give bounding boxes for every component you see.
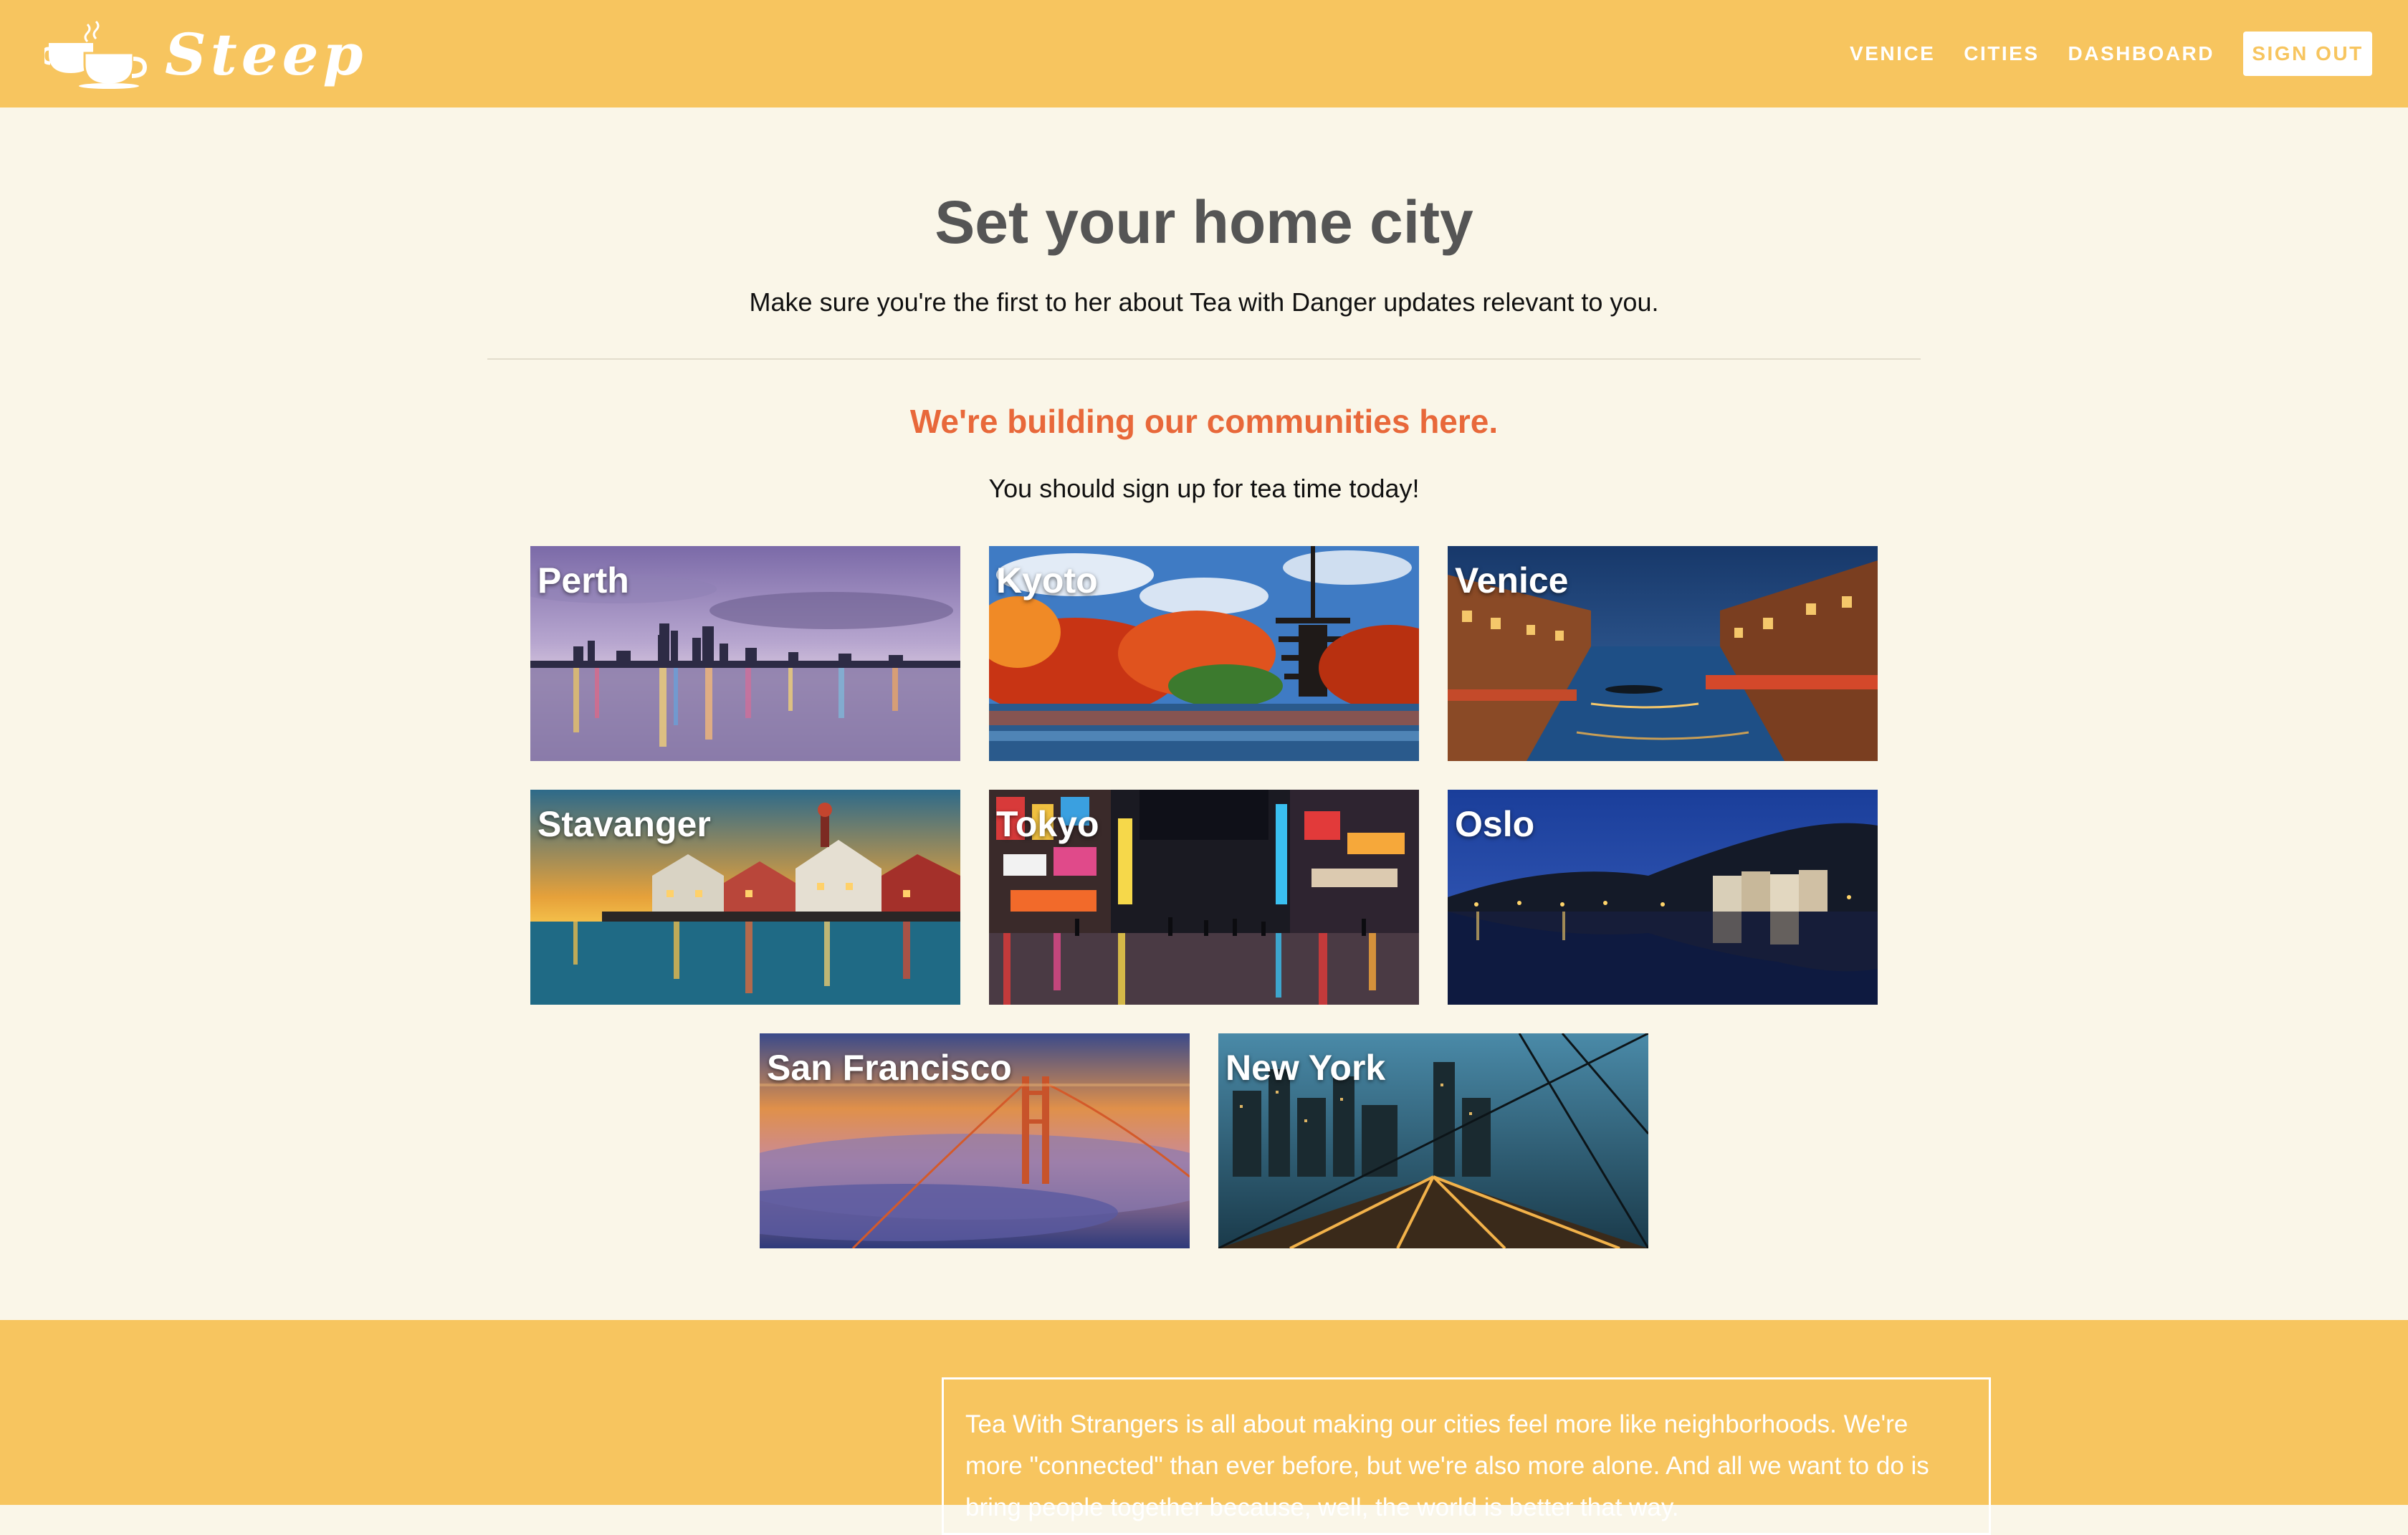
city-name-label: Perth — [538, 560, 629, 601]
nav-link-cities[interactable]: CITIES — [1964, 42, 2039, 65]
city-card-oslo[interactable]: Oslo — [1448, 790, 1878, 1005]
top-nav-bar: Steep VENICE CITIES DASHBOARD SIGN OUT — [0, 0, 2408, 107]
about-text: Tea With Strangers is all about making o… — [965, 1410, 1929, 1521]
main-nav: VENICE CITIES DASHBOARD SIGN OUT — [1821, 32, 2372, 76]
city-card-stavanger[interactable]: Stavanger — [530, 790, 960, 1005]
city-name-label: Oslo — [1455, 804, 1535, 844]
page-title: Set your home city — [935, 188, 1473, 256]
nav-link-venice[interactable]: VENICE — [1850, 42, 1935, 65]
communities-subtext: You should sign up for tea time today! — [988, 474, 1420, 503]
city-name-label: Tokyo — [996, 804, 1099, 844]
city-name-label: Stavanger — [538, 804, 711, 844]
brand-logo[interactable]: Steep — [44, 19, 367, 90]
city-card-perth[interactable]: Perth — [530, 546, 960, 761]
city-card-tokyo[interactable]: Tokyo — [989, 790, 1419, 1005]
city-name-label: New York — [1226, 1048, 1386, 1088]
city-name-label: Venice — [1455, 560, 1569, 601]
city-card-venice[interactable]: Venice — [1448, 546, 1878, 761]
communities-heading: We're building our communities here. — [909, 403, 1499, 440]
section-divider — [487, 358, 1921, 360]
sign-out-button[interactable]: SIGN OUT — [2243, 32, 2372, 76]
footer: Tea With Strangers is all about making o… — [0, 1320, 2408, 1535]
city-card-san-francisco[interactable]: San Francisco — [760, 1033, 1190, 1248]
teacups-icon — [44, 20, 148, 89]
page-subtitle: Make sure you're the first to her about … — [749, 287, 1659, 317]
nav-link-dashboard[interactable]: DASHBOARD — [2068, 42, 2215, 65]
about-box: Tea With Strangers is all about making o… — [942, 1377, 1991, 1535]
city-name-label: Kyoto — [996, 560, 1098, 601]
brand-name: Steep — [165, 21, 368, 88]
city-card-new-york[interactable]: New York — [1218, 1033, 1648, 1248]
city-name-label: San Francisco — [767, 1048, 1012, 1088]
city-card-kyoto[interactable]: Kyoto — [989, 546, 1419, 761]
